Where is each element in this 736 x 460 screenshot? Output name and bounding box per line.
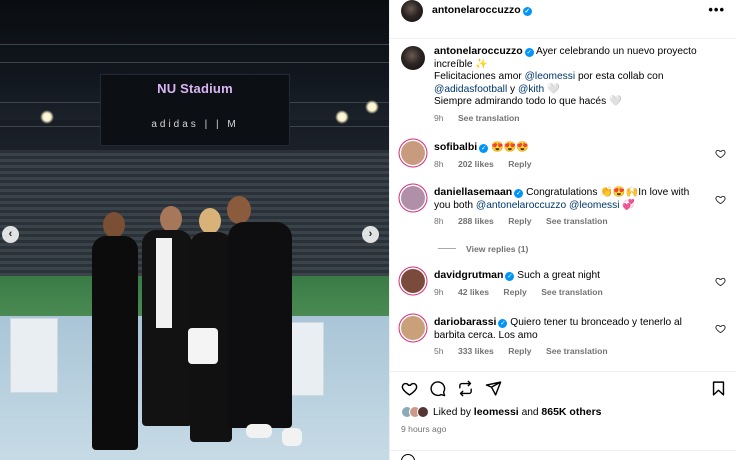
heart-icon[interactable] [715,276,726,287]
commenter-avatar[interactable] [401,269,425,293]
liker-avatar [417,406,429,418]
verified-icon: ✓ [479,144,489,153]
verified-icon: ✓ [524,48,534,57]
scoreboard-title: NU Stadium [157,81,233,96]
heart-icon[interactable] [401,380,418,397]
caption-username[interactable]: antonelaroccuzzo [434,45,523,57]
send-icon[interactable] [485,380,502,397]
stadium-light [40,110,54,124]
mention-link[interactable]: @antonelaroccuzzo [476,200,566,211]
more-options-icon[interactable]: ••• [708,2,725,17]
comment-icon[interactable] [429,380,446,397]
post-side-panel: antonelaroccuzzo ✓ ••• antonelaroccuzzo ✓ … [389,0,736,460]
see-translation-link[interactable]: See translation [541,287,603,297]
commenter-avatar[interactable] [401,316,425,340]
heart-icon[interactable] [715,323,726,334]
next-photo-button[interactable]: › [362,226,379,243]
repost-icon[interactable] [457,380,474,397]
add-comment-bar[interactable] [390,450,736,460]
chevron-right-icon: › [368,228,373,240]
comment-time: 5h [434,346,444,357]
caption-avatar[interactable] [401,46,425,70]
reply-button[interactable]: Reply [508,216,531,226]
comment-likes[interactable]: 333 likes [458,346,494,356]
verified-icon: ✓ [505,272,515,281]
mention-link[interactable]: @leomessi [569,200,620,211]
likes-summary: Liked by leomessi and 865K others [401,406,602,418]
heart-icon[interactable] [715,148,726,159]
comment-text: Such a great night [517,270,600,281]
post-action-bar [390,371,736,401]
reply-button[interactable]: Reply [503,287,526,297]
bookmark-icon[interactable] [710,380,727,397]
commenter-avatar[interactable] [401,186,425,210]
commenter-username[interactable]: davidgrutman [434,269,503,281]
mention-link[interactable]: @kith [518,84,544,95]
scoreboard: NU Stadium adidas | | M [100,74,290,146]
emoji-icon[interactable] [401,454,415,460]
comment-time: 8h [434,216,444,227]
previous-photo-button[interactable]: ‹ [2,226,19,243]
scoreboard-logos: adidas | | M [151,119,239,130]
commenter-username[interactable]: dariobarassi [434,316,496,328]
mention-link[interactable]: @leomessi [525,71,576,82]
chevron-left-icon: ‹ [8,228,13,240]
view-replies-button[interactable]: View replies (1) [438,244,528,254]
comment-likes[interactable]: 202 likes [458,159,494,169]
verified-icon: ✓ [522,7,532,16]
see-translation-link[interactable]: See translation [546,216,608,226]
comment-text: 😍😍😍 [491,142,530,153]
reply-button[interactable]: Reply [508,159,531,169]
likes-count[interactable]: 865K others [541,406,601,418]
reply-button[interactable]: Reply [508,346,531,356]
caption-time: 9h [434,112,444,123]
see-translation-link[interactable]: See translation [458,113,520,123]
comment-likes[interactable]: 288 likes [458,216,494,226]
verified-icon: ✓ [514,189,524,198]
verified-icon: ✓ [498,319,508,328]
post-timestamp: 9 hours ago [401,424,447,434]
commenter-username[interactable]: sofibalbi [434,141,477,153]
caption-line2: Felicitaciones amor [434,71,525,83]
commenter-username[interactable]: daniellasemaan [434,186,512,198]
comment-likes[interactable]: 42 likes [458,287,489,297]
post-header: antonelaroccuzzo ✓ ••• [390,0,736,39]
author-username[interactable]: antonelaroccuzzo ✓ [432,4,532,16]
mention-link[interactable]: @adidasfootball [434,84,507,95]
author-avatar[interactable] [401,0,423,22]
see-translation-link[interactable]: See translation [546,346,608,356]
stadium-light [365,100,379,114]
comment-time: 9h [434,286,444,297]
heart-icon[interactable] [715,194,726,205]
white-plinth [288,322,324,396]
caption-line4: Siempre admirando todo lo que hacés 🤍 [434,96,622,108]
comment-time: 8h [434,158,444,169]
white-plinth [10,318,58,393]
liked-by-user[interactable]: leomessi [474,406,519,418]
commenter-avatar[interactable] [401,141,425,165]
stadium-light [335,110,349,124]
post-photo[interactable]: NU Stadium adidas | | M ‹ › [0,0,389,460]
